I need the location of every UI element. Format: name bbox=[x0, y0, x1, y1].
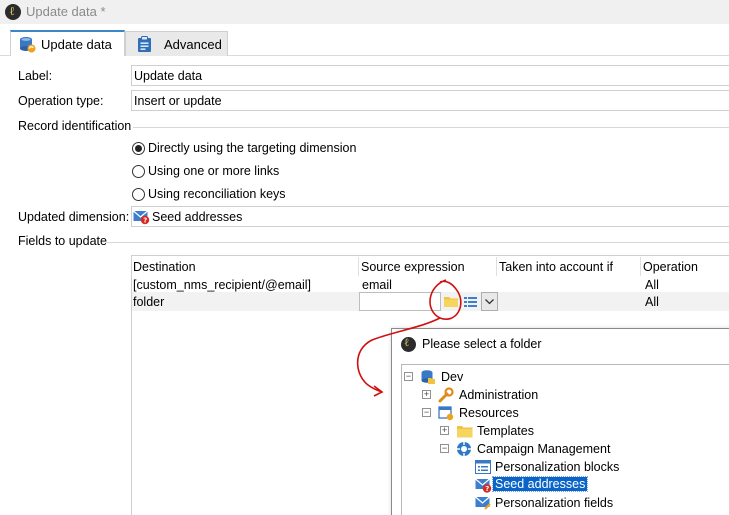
source-dropdown-button[interactable] bbox=[481, 292, 498, 311]
row-1-source[interactable]: email bbox=[362, 278, 392, 292]
window-titlebar: Update data * bbox=[0, 0, 729, 24]
expression-editor-button[interactable] bbox=[461, 292, 481, 311]
folder-icon bbox=[444, 297, 458, 307]
tab-update-data[interactable]: Update data bbox=[10, 30, 125, 56]
folder-icon bbox=[456, 423, 473, 439]
radio-links-label: Using one or more links bbox=[148, 164, 280, 178]
tab-update-data-label: Update data bbox=[41, 37, 112, 52]
source-expression-input[interactable] bbox=[359, 292, 441, 311]
app-logo-icon bbox=[401, 336, 416, 352]
app-logo-icon bbox=[5, 4, 21, 20]
row-2-operation[interactable]: All bbox=[645, 295, 659, 309]
updated-dimension-value: Seed addresses bbox=[152, 210, 243, 224]
tree-node-personalization-blocks-label: Personalization blocks bbox=[495, 460, 620, 474]
seed-address-icon: ? bbox=[133, 209, 150, 228]
database-update-icon bbox=[19, 36, 36, 56]
campaign-icon bbox=[456, 441, 472, 457]
expand-icon[interactable]: + bbox=[422, 390, 431, 399]
radio-reconciliation-keys-label: Using reconciliation keys bbox=[148, 187, 286, 201]
label-caption: Label: bbox=[18, 69, 53, 83]
chevron-down-icon bbox=[485, 299, 494, 305]
tab-advanced-label: Advanced bbox=[164, 37, 222, 52]
operation-type-caption: Operation type: bbox=[18, 94, 104, 108]
tree-node-templates-label: Templates bbox=[477, 424, 534, 438]
tree-node-dev-label: Dev bbox=[441, 370, 464, 384]
column-separator bbox=[496, 257, 497, 276]
collapse-icon[interactable]: − bbox=[422, 408, 431, 417]
updated-dimension-select[interactable]: ? Seed addresses bbox=[131, 206, 729, 227]
dialog-titlebar: Please select a folder bbox=[392, 329, 729, 359]
fields-to-update-caption: Fields to update bbox=[18, 234, 107, 248]
operation-type-select[interactable]: Insert or update bbox=[131, 90, 729, 111]
resources-icon bbox=[438, 405, 454, 421]
tree-node-resources-label: Resources bbox=[459, 406, 519, 420]
dialog-title: Please select a folder bbox=[422, 337, 542, 351]
column-source-expression[interactable]: Source expression bbox=[361, 260, 465, 274]
wrench-icon bbox=[438, 387, 454, 403]
folder-picker-button[interactable] bbox=[441, 292, 461, 311]
label-input-value: Update data bbox=[134, 69, 203, 83]
list-edit-icon bbox=[464, 297, 477, 307]
database-folder-icon bbox=[420, 369, 436, 385]
seed-address-icon: ? bbox=[475, 477, 492, 493]
expand-icon[interactable]: + bbox=[440, 426, 449, 435]
row-1-operation[interactable]: All bbox=[645, 278, 659, 292]
column-separator bbox=[358, 257, 359, 276]
radio-targeting-dimension-label: Directly using the targeting dimension bbox=[148, 141, 357, 155]
envelope-icon bbox=[475, 495, 491, 511]
svg-text:?: ? bbox=[143, 217, 147, 225]
clipboard-icon bbox=[137, 36, 152, 56]
collapse-icon[interactable]: − bbox=[440, 444, 449, 453]
svg-text:?: ? bbox=[485, 485, 489, 493]
record-identification-caption: Record identification bbox=[18, 119, 132, 133]
operation-type-value: Insert or update bbox=[134, 94, 222, 108]
column-taken-into-account[interactable]: Taken into account if bbox=[499, 260, 613, 274]
fields-to-update-divider bbox=[106, 242, 729, 243]
radio-targeting-dimension-button[interactable] bbox=[132, 142, 145, 155]
tree-node-campaign-management-label: Campaign Management bbox=[477, 442, 611, 456]
row-2-destination[interactable]: folder bbox=[133, 295, 164, 309]
radio-links-button[interactable] bbox=[132, 165, 145, 178]
column-operation[interactable]: Operation bbox=[643, 260, 698, 274]
tree-node-seed-addresses-label: Seed addresses bbox=[491, 476, 589, 492]
radio-reconciliation-keys-button[interactable] bbox=[132, 188, 145, 201]
tree-node-administration-label: Administration bbox=[459, 388, 539, 402]
list-icon bbox=[475, 459, 491, 475]
column-separator bbox=[640, 257, 641, 276]
collapse-icon[interactable]: − bbox=[404, 372, 413, 381]
label-input[interactable]: Update data bbox=[131, 65, 729, 86]
record-identification-divider bbox=[133, 127, 729, 128]
column-destination[interactable]: Destination bbox=[133, 260, 196, 274]
updated-dimension-caption: Updated dimension: bbox=[18, 210, 130, 224]
row-1-destination[interactable]: [custom_nms_recipient/@email] bbox=[133, 278, 311, 292]
window-title: Update data * bbox=[26, 4, 106, 19]
tab-advanced[interactable]: Advanced bbox=[125, 31, 228, 56]
tree-node-personalization-fields-label: Personalization fields bbox=[495, 496, 614, 510]
